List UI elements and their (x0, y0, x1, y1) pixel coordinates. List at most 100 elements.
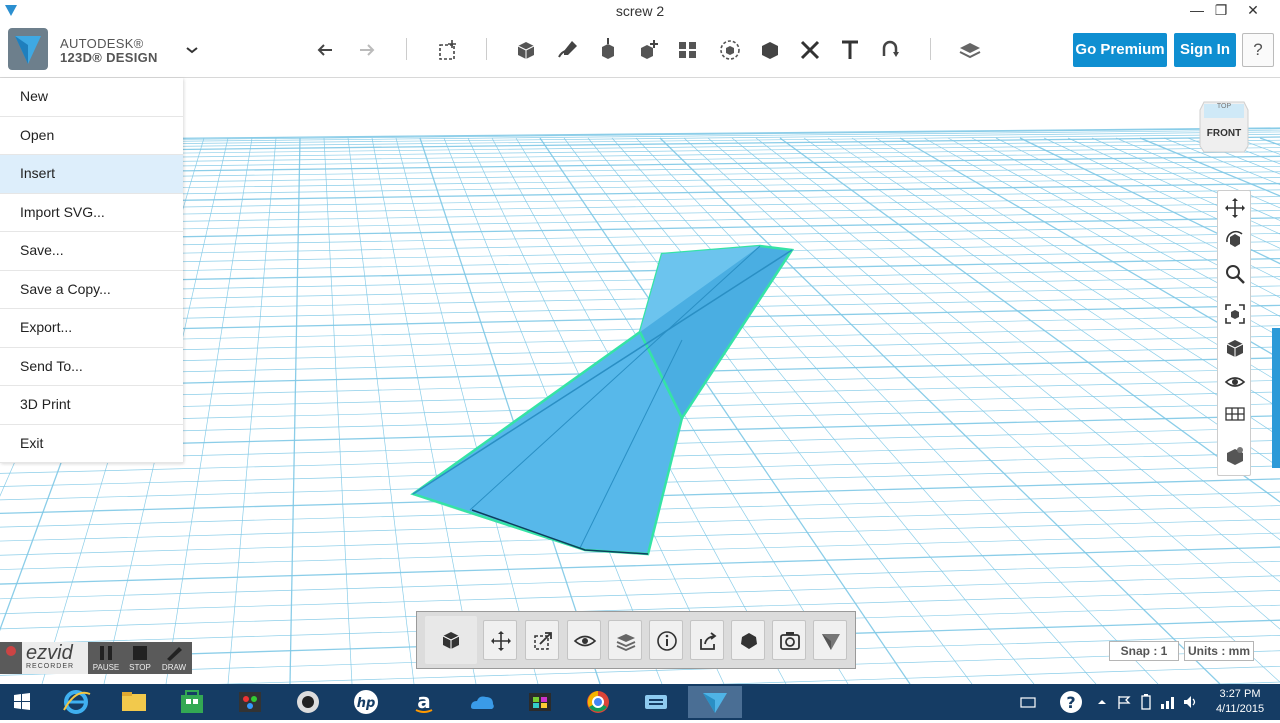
construct-icon[interactable] (594, 36, 622, 64)
file-menu-item[interactable]: Open (0, 117, 183, 155)
chevron-up-icon[interactable] (1094, 694, 1110, 710)
stop-label: STOP (129, 663, 151, 672)
flag-icon[interactable] (1116, 694, 1132, 710)
restore-button[interactable]: ❐ (1208, 0, 1234, 22)
combine-icon[interactable] (756, 36, 784, 64)
transform-icon[interactable] (434, 36, 462, 64)
network-icon[interactable] (1160, 694, 1176, 710)
system-clock[interactable]: 3:27 PM 4/11/2015 (1204, 687, 1276, 717)
file-menu-item[interactable]: Insert (0, 155, 183, 194)
svg-text:a: a (417, 689, 431, 713)
solid-button[interactable] (731, 620, 765, 660)
brand-line1: AUTODESK® (60, 36, 144, 51)
zoom-icon[interactable] (1224, 263, 1246, 285)
file-explorer-icon[interactable] (114, 686, 154, 718)
layers-button[interactable] (608, 620, 642, 660)
file-menu: New Open Insert Import SVG... Save... Save a … (0, 78, 183, 463)
paint-app-icon[interactable] (230, 686, 270, 718)
snap-setting[interactable]: Snap : 1 (1109, 641, 1179, 661)
hp-icon[interactable]: hp (346, 686, 386, 718)
bottom-toolbar (416, 611, 856, 669)
help-tray-icon[interactable]: ? (1058, 688, 1084, 716)
stop-button[interactable]: STOP (124, 642, 156, 674)
visibility-eye-icon[interactable] (1224, 371, 1246, 393)
sketch-icon[interactable] (554, 36, 582, 64)
close-button[interactable]: ✕ (1240, 0, 1266, 22)
battery-icon[interactable] (1138, 694, 1154, 710)
keyboard-icon[interactable] (1020, 694, 1036, 710)
amazon-icon[interactable]: a (404, 686, 444, 718)
camera-button[interactable] (772, 620, 806, 660)
pan-icon[interactable] (1224, 197, 1246, 219)
redo-icon[interactable] (352, 36, 380, 64)
svg-text:hp: hp (357, 696, 376, 711)
perspective-icon[interactable] (1224, 337, 1246, 359)
material-icon[interactable] (956, 36, 984, 64)
units-setting[interactable]: Units : mm (1184, 641, 1254, 661)
store-icon[interactable] (172, 686, 212, 718)
screw-model[interactable] (0, 78, 1280, 684)
sign-in-button[interactable]: Sign In (1174, 33, 1236, 67)
clock-date: 4/11/2015 (1215, 703, 1265, 715)
pause-label: PAUSE (92, 663, 120, 672)
view-cube[interactable]: TOP FRONT (1198, 96, 1250, 156)
go-premium-button[interactable]: Go Premium (1073, 33, 1167, 67)
file-menu-item[interactable]: Export... (0, 309, 183, 348)
separator (406, 38, 407, 60)
media-app-icon[interactable] (288, 686, 328, 718)
help-button[interactable]: ? (1242, 33, 1274, 67)
pause-button[interactable]: PAUSE (90, 642, 122, 674)
undo-icon[interactable] (312, 36, 340, 64)
minimize-button[interactable]: — (1184, 0, 1210, 22)
move-button[interactable] (483, 620, 517, 660)
start-windows-icon[interactable] (2, 686, 42, 718)
orbit-icon[interactable] (1224, 229, 1246, 251)
text-icon[interactable] (836, 36, 864, 64)
movie-maker-icon[interactable] (520, 686, 560, 718)
view-cube-top-label: TOP (1217, 103, 1232, 110)
modify-icon[interactable] (634, 36, 662, 64)
file-menu-item[interactable]: Save... (0, 232, 183, 271)
navigation-bar (1217, 190, 1251, 476)
visibility-button[interactable] (567, 620, 601, 660)
draw-button[interactable]: DRAW (158, 642, 190, 674)
measure-icon[interactable] (796, 36, 824, 64)
pen-icon (167, 647, 182, 661)
side-panel-handle[interactable] (1272, 328, 1280, 468)
grid-visibility-icon[interactable] (1224, 403, 1246, 425)
design-menu-button[interactable] (813, 620, 847, 660)
chevron-down-icon[interactable] (182, 40, 202, 60)
123d-logo-icon[interactable] (8, 28, 48, 70)
file-menu-item[interactable]: Import SVG... (0, 194, 183, 232)
pause-icon (100, 646, 112, 660)
title-bar: screw 2 — ❐ ✕ (0, 0, 1280, 22)
3d-viewport[interactable] (0, 78, 1280, 684)
file-menu-item[interactable]: New (0, 78, 183, 117)
taskbar-123d-design[interactable] (688, 686, 742, 718)
onedrive-icon[interactable] (462, 686, 502, 718)
remote-desktop-icon[interactable] (636, 686, 676, 718)
primitives-icon[interactable] (512, 36, 540, 64)
internet-explorer-icon[interactable] (56, 686, 96, 718)
file-menu-item[interactable]: Send To... (0, 348, 183, 386)
pattern-icon[interactable] (674, 36, 702, 64)
ezvid-brand: ezvid (26, 642, 73, 664)
info-button[interactable] (649, 620, 683, 660)
ezvid-recorder: ezvid RECORDER PAUSE STOP DRAW (0, 642, 192, 674)
scale-button[interactable] (525, 620, 559, 660)
file-menu-item[interactable]: Exit (0, 425, 183, 463)
file-menu-item[interactable]: 3D Print (0, 386, 183, 425)
chrome-icon[interactable] (578, 686, 618, 718)
select-mode-button[interactable] (425, 616, 477, 664)
file-menu-item[interactable]: Save a Copy... (0, 271, 183, 309)
material-view-icon[interactable] (1224, 445, 1246, 467)
brand-line2: 123D® DESIGN (60, 50, 158, 65)
share-button[interactable] (690, 620, 724, 660)
123d-design-icon (703, 693, 727, 713)
stop-icon (133, 646, 147, 660)
view-cube-front-label: FRONT (1207, 128, 1241, 139)
volume-icon[interactable] (1182, 694, 1198, 710)
snap-icon[interactable] (876, 36, 904, 64)
fit-icon[interactable] (1224, 303, 1246, 325)
grouping-icon[interactable] (716, 36, 744, 64)
